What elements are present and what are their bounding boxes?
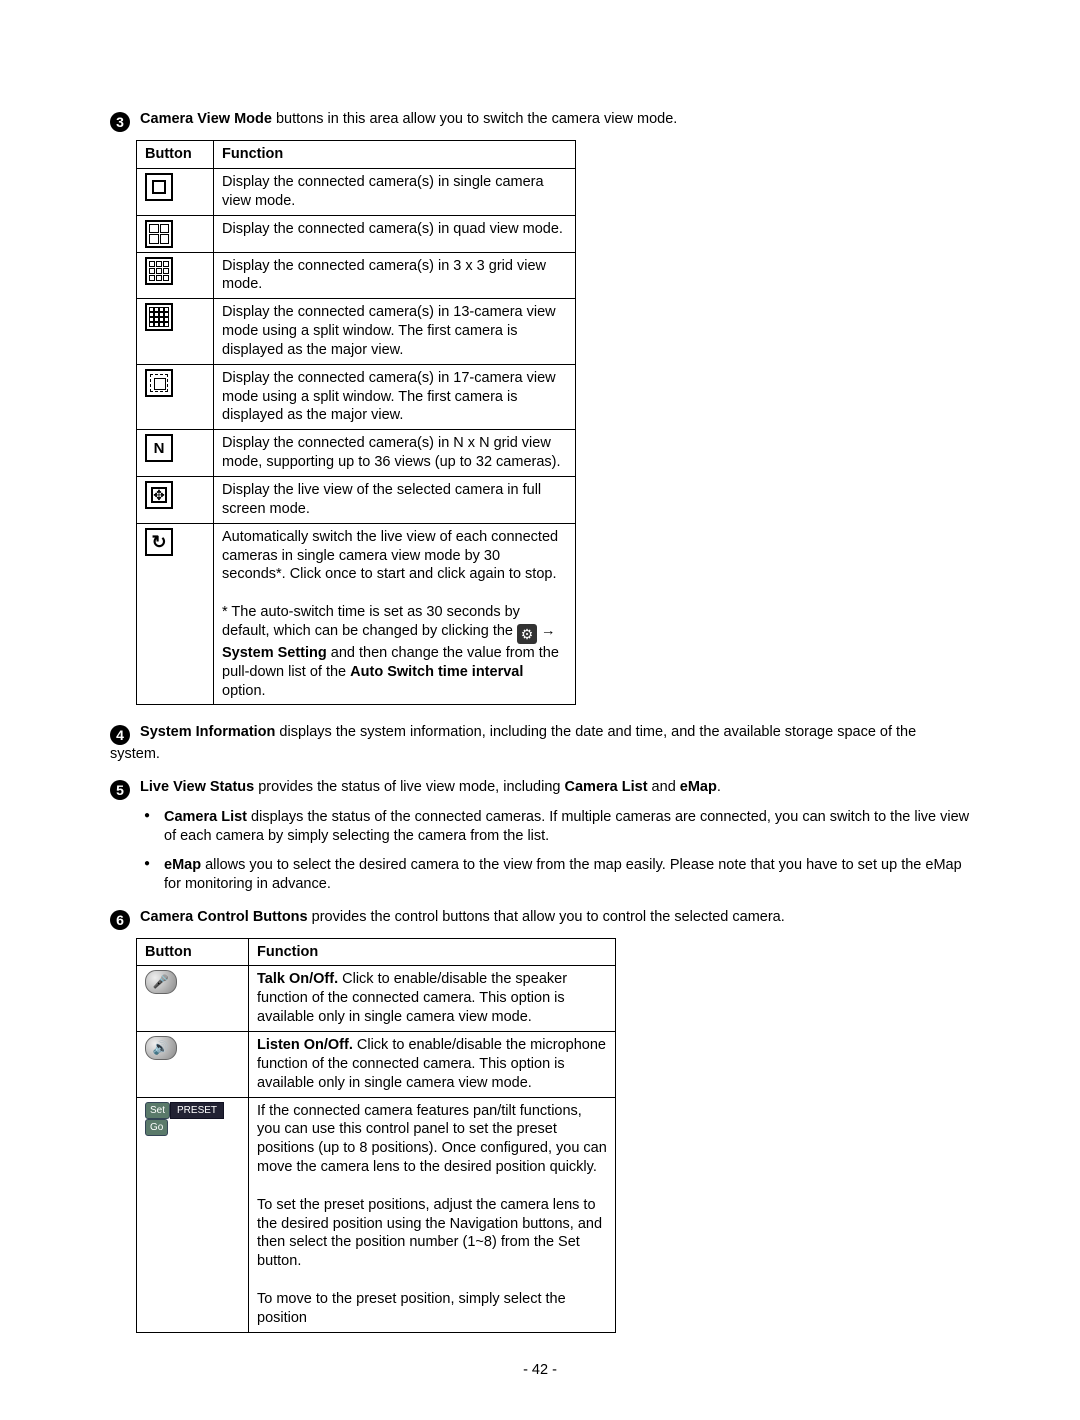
table-row: Display the connected camera(s) in 13-ca… xyxy=(137,299,576,365)
emap-title: eMap xyxy=(164,857,201,873)
nxn-view-icon xyxy=(145,434,173,462)
list-item: Camera List displays the status of the c… xyxy=(164,808,970,846)
badge-6: 6 xyxy=(110,910,130,930)
talk-desc: Talk On/Off. Click to enable/disable the… xyxy=(249,966,616,1032)
view-mode-table: Button Function Display the connected ca… xyxy=(136,140,576,705)
autoswitch-p1: Automatically switch the live view of ea… xyxy=(222,529,558,583)
sec5-lead-c: and xyxy=(648,779,680,795)
single-view-desc: Display the connected camera(s) in singl… xyxy=(214,168,576,215)
section-4-title: System Information xyxy=(140,724,275,740)
fullscreen-view-desc: Display the live view of the selected ca… xyxy=(214,476,576,523)
table-row: Display the connected camera(s) in 17-ca… xyxy=(137,364,576,430)
emap-text: allows you to select the desired camera … xyxy=(164,857,962,892)
header-function: Function xyxy=(214,141,576,169)
autoswitch-icon xyxy=(145,528,173,556)
section-5-list: Camera List displays the status of the c… xyxy=(110,808,970,893)
table-row: Display the connected camera(s) in quad … xyxy=(137,215,576,252)
cam13-view-desc: Display the connected camera(s) in 13-ca… xyxy=(214,299,576,365)
section-3-title: Camera View Mode xyxy=(140,111,272,127)
table-row: 🔊 Listen On/Off. Click to enable/disable… xyxy=(137,1032,616,1098)
section-3-lead: 3 Camera View Mode buttons in this area … xyxy=(110,110,970,132)
header-button: Button xyxy=(137,938,249,966)
control-buttons-table: Button Function 🎤 Talk On/Off. Click to … xyxy=(136,938,616,1333)
autoswitch-desc: Automatically switch the live view of ea… xyxy=(214,523,576,705)
preset-set-label: Set xyxy=(145,1102,170,1119)
listen-title: Listen On/Off. xyxy=(257,1037,353,1053)
fullscreen-view-icon xyxy=(145,481,173,509)
sec5-lead-d: eMap xyxy=(680,779,717,795)
cam17-view-desc: Display the connected camera(s) in 17-ca… xyxy=(214,364,576,430)
grid3-view-icon xyxy=(145,257,173,285)
section-6-lead: 6 Camera Control Buttons provides the co… xyxy=(110,908,970,930)
table-row: SetPRESETGo If the connected camera feat… xyxy=(137,1097,616,1332)
autoswitch-p2a: * The auto-switch time is set as 30 seco… xyxy=(222,604,520,639)
grid3-view-desc: Display the connected camera(s) in 3 x 3… xyxy=(214,252,576,299)
preset-p3: To move to the preset position, simply s… xyxy=(257,1291,566,1326)
autoswitch-interval: Auto Switch time interval xyxy=(350,664,523,680)
gear-icon: ⚙ xyxy=(517,624,537,644)
quad-view-icon xyxy=(145,220,173,248)
table-row: 🎤 Talk On/Off. Click to enable/disable t… xyxy=(137,966,616,1032)
cam13-view-icon xyxy=(145,303,173,331)
preset-go-label: Go xyxy=(145,1119,168,1136)
section-6-title: Camera Control Buttons xyxy=(140,909,308,925)
single-view-icon xyxy=(145,173,173,201)
camlist-text: displays the status of the connected cam… xyxy=(164,809,969,844)
preset-mid-label: PRESET xyxy=(170,1102,224,1119)
talk-icon: 🎤 xyxy=(145,970,177,994)
autoswitch-p2f: option. xyxy=(222,683,266,699)
autoswitch-arrow: → xyxy=(537,623,556,639)
preset-p1: If the connected camera features pan/til… xyxy=(257,1103,607,1176)
camlist-title: Camera List xyxy=(164,809,247,825)
preset-widget-icon: SetPRESETGo xyxy=(145,1102,240,1136)
table-row: Display the live view of the selected ca… xyxy=(137,476,576,523)
section-4: 4 System Information displays the system… xyxy=(110,723,970,764)
badge-5: 5 xyxy=(110,780,130,800)
section-5-lead: 5 Live View Status provides the status o… xyxy=(110,778,970,800)
table-row: Display the connected camera(s) in 3 x 3… xyxy=(137,252,576,299)
preset-p2: To set the preset positions, adjust the … xyxy=(257,1197,602,1270)
nxn-view-desc: Display the connected camera(s) in N x N… xyxy=(214,430,576,477)
listen-desc: Listen On/Off. Click to enable/disable t… xyxy=(249,1032,616,1098)
listen-icon: 🔊 xyxy=(145,1036,177,1060)
sec5-lead-e: . xyxy=(717,779,721,795)
section-5-title: Live View Status xyxy=(140,779,254,795)
page-number: - 42 - xyxy=(110,1361,970,1380)
table-header-row: Button Function xyxy=(137,938,616,966)
sec5-lead-b: Camera List xyxy=(565,779,648,795)
table-row: Display the connected camera(s) in N x N… xyxy=(137,430,576,477)
table-row: Display the connected camera(s) in singl… xyxy=(137,168,576,215)
quad-view-desc: Display the connected camera(s) in quad … xyxy=(214,215,576,252)
cam17-view-icon xyxy=(145,369,173,397)
section-6-lead-text: provides the control buttons that allow … xyxy=(308,909,785,925)
table-row: Automatically switch the live view of ea… xyxy=(137,523,576,705)
header-function: Function xyxy=(249,938,616,966)
autoswitch-sys-setting: System Setting xyxy=(222,645,327,661)
sec5-lead-a: provides the status of live view mode, i… xyxy=(254,779,564,795)
badge-4: 4 xyxy=(110,725,130,745)
table-header-row: Button Function xyxy=(137,141,576,169)
badge-3: 3 xyxy=(110,112,130,132)
preset-desc: If the connected camera features pan/til… xyxy=(249,1097,616,1332)
list-item: eMap allows you to select the desired ca… xyxy=(164,856,970,894)
header-button: Button xyxy=(137,141,214,169)
page-content: 3 Camera View Mode buttons in this area … xyxy=(0,0,1080,1420)
section-3-lead-text: buttons in this area allow you to switch… xyxy=(272,111,677,127)
talk-title: Talk On/Off. xyxy=(257,971,338,987)
